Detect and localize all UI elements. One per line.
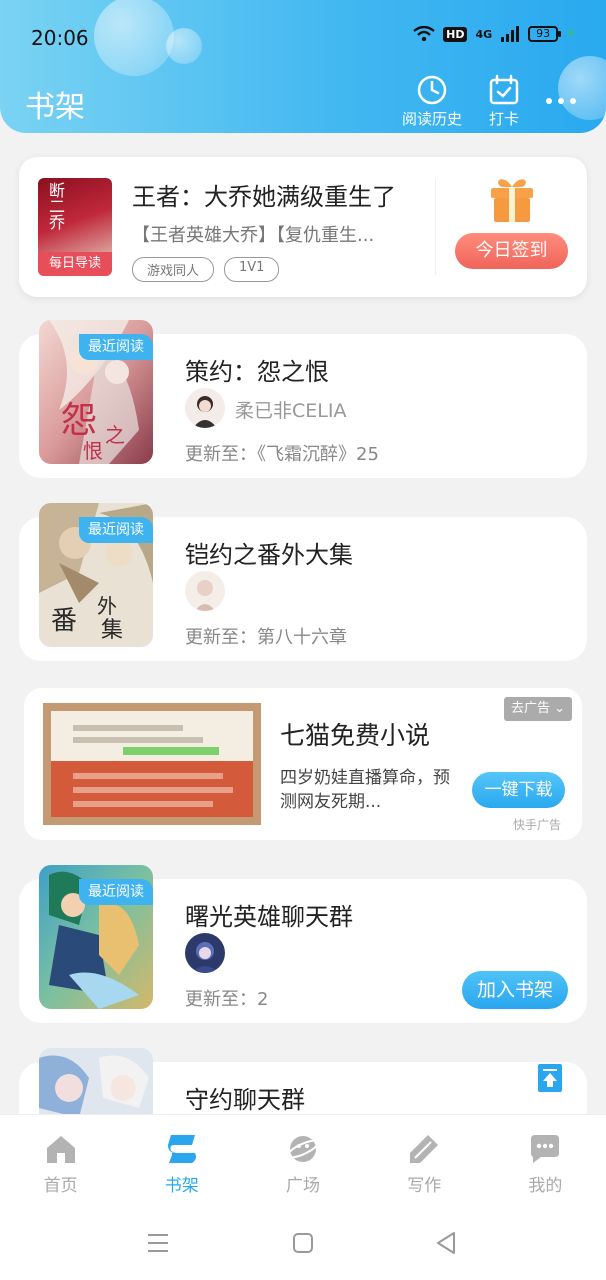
home-icon (46, 1136, 75, 1163)
tab-label: 写作 (407, 1176, 442, 1196)
charging-icon: ⚡ (566, 26, 576, 42)
book-card[interactable]: 番 外 集 最近阅读 铠约之番外大集 更新至：第八十六章 (19, 503, 587, 661)
ad-source: 快手广告 (513, 818, 562, 832)
clock-icon (417, 75, 447, 105)
tab-bookshelf[interactable]: 书架 (121, 1115, 242, 1208)
update-info: 更新至：2 (185, 989, 269, 1010)
bookshelf-icon (167, 1135, 196, 1163)
reading-history-label: 阅读历史 (402, 110, 463, 128)
network-label: 4G (475, 27, 493, 41)
page-title: 书架 (25, 90, 85, 125)
tab-home[interactable]: 首页 (0, 1115, 121, 1208)
status-icons: HD 4G 93 ⚡ (413, 26, 576, 42)
tag-chip[interactable]: 1V1 (224, 257, 280, 282)
book-card[interactable]: 怨 之 恨 最近阅读 策约：怨之恨 柔已非CELIA 更新至：《飞霜沉醉》25 (19, 320, 587, 478)
bottom-tab-bar: 首页 书架 广场 写作 我的 (0, 1114, 606, 1208)
ad-title[interactable]: 七猫免费小说 (280, 716, 430, 752)
divider (435, 179, 436, 275)
battery-indicator: 93 (528, 26, 562, 42)
tag-chip[interactable]: 游戏同人 (132, 257, 215, 282)
checkin-button[interactable]: 打卡 (488, 74, 520, 129)
svg-text:恨: 恨 (83, 439, 103, 463)
signal-icon (501, 26, 520, 42)
ad-card[interactable]: 七猫免费小说 四岁奶娃直播算命，预测网友死期... 去广告 ⌄ 一键下载 快手广… (24, 688, 582, 840)
featured-tags: 游戏同人 1V1 (132, 257, 280, 282)
tab-plaza[interactable]: 广场 (242, 1115, 363, 1208)
gift-icon (491, 179, 533, 222)
remove-ad-button[interactable]: 去广告 ⌄ (504, 697, 572, 721)
svg-text:怨: 怨 (61, 400, 97, 441)
hd-badge: HD (443, 26, 468, 42)
update-info: 更新至：《飞霜沉醉》25 (185, 444, 379, 465)
tab-me[interactable]: 我的 (485, 1115, 606, 1208)
planet-icon (286, 1136, 320, 1162)
app-header: 20:06 HD 4G 93 ⚡ 书架 阅读历史 打卡 (0, 0, 606, 133)
featured-title[interactable]: 王者：大乔她满级重生了 (132, 177, 396, 212)
decor-bubble (94, 0, 174, 76)
chat-bubble-icon (531, 1135, 560, 1163)
ad-description: 四岁奶娃直播算命，预测网友死期... (280, 768, 450, 812)
ad-image[interactable] (43, 703, 261, 825)
status-time: 20:06 (31, 26, 89, 50)
recent-read-tag: 最近阅读 (79, 334, 153, 360)
home-square-icon[interactable] (292, 1232, 314, 1254)
book-title[interactable]: 曙光英雄聊天群 (185, 897, 353, 932)
tab-label: 广场 (286, 1176, 320, 1196)
author-avatar[interactable] (185, 388, 225, 428)
arrow-up-icon (543, 1069, 557, 1087)
wifi-icon (413, 26, 435, 42)
svg-text:集: 集 (101, 618, 123, 643)
back-to-top-button[interactable] (538, 1064, 562, 1092)
chevron-down-icon: ⌄ (554, 701, 566, 716)
svg-text:番: 番 (51, 606, 77, 636)
reading-history-button[interactable]: 阅读历史 (402, 74, 462, 129)
featured-cover[interactable]: 断二乔 每日导读 (38, 178, 112, 276)
checkin-label: 打卡 (488, 110, 519, 128)
decor-bubble (166, 28, 202, 64)
tab-label: 书架 (164, 1176, 199, 1196)
author-name[interactable]: 柔已非CELIA (235, 396, 346, 423)
system-nav-bar (0, 1208, 606, 1280)
book-card[interactable]: 最近阅读 曙光英雄聊天群 更新至：2 加入书架 (19, 865, 587, 1023)
remove-ad-label: 去广告 (510, 701, 550, 716)
book-title[interactable]: 铠约之番外大集 (185, 535, 353, 570)
featured-description: 【王者英雄大乔】【复仇重生... (132, 225, 375, 246)
tab-label: 我的 (528, 1176, 563, 1196)
daily-checkin-button[interactable]: 今日签到 (455, 233, 568, 269)
svg-text:之: 之 (105, 423, 125, 447)
author-avatar[interactable] (185, 571, 225, 611)
calendar-check-icon (489, 74, 519, 105)
featured-book-card[interactable]: 断二乔 每日导读 王者：大乔她满级重生了 【王者英雄大乔】【复仇重生... 游戏… (19, 157, 587, 297)
book-title[interactable]: 守约聊天群 (185, 1080, 305, 1115)
recent-read-tag: 最近阅读 (79, 879, 153, 905)
tab-label: 首页 (43, 1176, 78, 1196)
featured-cover-text: 断二乔 (46, 182, 65, 230)
add-to-shelf-button[interactable]: 加入书架 (462, 971, 568, 1009)
recent-read-tag: 最近阅读 (79, 517, 153, 543)
ad-download-button[interactable]: 一键下载 (472, 772, 565, 808)
tab-write[interactable]: 写作 (364, 1115, 485, 1208)
menu-icon[interactable] (146, 1232, 170, 1254)
more-icon[interactable] (546, 98, 576, 104)
decor-bubble (558, 56, 606, 120)
author-avatar[interactable] (185, 933, 225, 973)
pen-icon (410, 1135, 439, 1163)
update-info: 更新至：第八十六章 (185, 627, 347, 648)
book-title[interactable]: 策约：怨之恨 (185, 352, 329, 387)
back-icon[interactable] (434, 1230, 458, 1256)
svg-text:外: 外 (97, 594, 117, 618)
daily-guide-tag: 每日导读 (38, 252, 112, 276)
